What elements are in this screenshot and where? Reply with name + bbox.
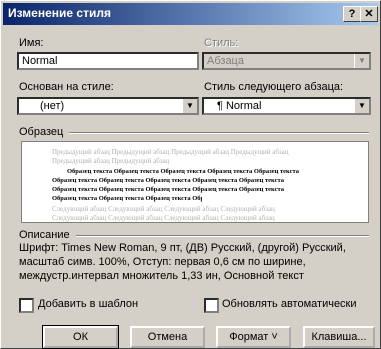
preview-sample-line: Образец текста Образец текста Образец те… — [52, 177, 285, 184]
sample-label: Образец — [19, 126, 64, 138]
auto-update-label[interactable]: Обновлять автоматически — [222, 298, 357, 310]
cancel-button[interactable]: Отмена — [130, 326, 205, 348]
next-style-value: ¶ Normal — [217, 100, 262, 112]
chevron-down-icon[interactable]: ▼ — [354, 99, 369, 113]
description-text: Шрифт: Times New Roman, 9 пт, (ДВ) Русск… — [19, 242, 346, 282]
preview-next-line: Следующий абзац Следующий абзац Следующи… — [52, 214, 275, 222]
ok-button[interactable]: ОК — [42, 325, 119, 349]
preview-previous-line: Предыдущий абзац Предыдущий абзац — [52, 157, 170, 165]
description-divider — [76, 235, 369, 237]
shortcut-button[interactable]: Клавиша... — [303, 326, 375, 348]
preview-sample-line: Образец текста Образец текста Образец те… — [67, 168, 300, 175]
name-label: Имя: — [19, 37, 44, 49]
based-on-select[interactable]: (нет) ▼ — [17, 97, 199, 115]
preview-next-line: Следующий абзац Следующий абзац Следующи… — [52, 205, 275, 213]
preview-sample-line: Образец текста Образец текста Образец те… — [52, 186, 285, 193]
based-on-label: Основан на стиле: — [19, 81, 114, 93]
style-type-label: Стиль: — [204, 37, 239, 49]
close-icon[interactable]: ✕ — [360, 6, 378, 22]
chevron-down-icon: ▼ — [354, 54, 369, 68]
style-type-select: Абзаца ▼ — [202, 52, 371, 70]
next-style-select[interactable]: ¶ Normal ▼ — [202, 97, 371, 115]
style-type-value: Абзаца — [207, 55, 244, 67]
preview-previous-line: Предыдущий абзац Предыдущий абзац Предыд… — [52, 148, 289, 156]
auto-update-checkbox[interactable] — [204, 298, 219, 313]
add-to-template-checkbox[interactable] — [19, 298, 34, 313]
chevron-down-icon[interactable]: ▼ — [182, 99, 197, 113]
sample-preview: Предыдущий абзац Предыдущий абзац Предыд… — [21, 141, 369, 223]
title-bar[interactable]: Изменение стиля ? ✕ — [3, 3, 378, 25]
description-label: Описание — [19, 229, 70, 241]
format-button[interactable]: Формат ˅ — [216, 326, 291, 348]
sample-divider — [69, 132, 369, 134]
next-style-label: Стиль следующего абзаца: — [204, 81, 344, 93]
modify-style-dialog: Изменение стиля ? ✕ Имя: Normal Стиль: А… — [0, 0, 381, 349]
based-on-value: (нет) — [40, 100, 65, 112]
name-field[interactable]: Normal — [17, 52, 199, 70]
add-to-template-label[interactable]: Добавить в шаблон — [38, 298, 138, 310]
window-title: Изменение стиля — [8, 6, 111, 20]
help-icon[interactable]: ? — [343, 6, 361, 22]
preview-sample-line: Образец текста Образец текста Образец те… — [52, 195, 202, 202]
